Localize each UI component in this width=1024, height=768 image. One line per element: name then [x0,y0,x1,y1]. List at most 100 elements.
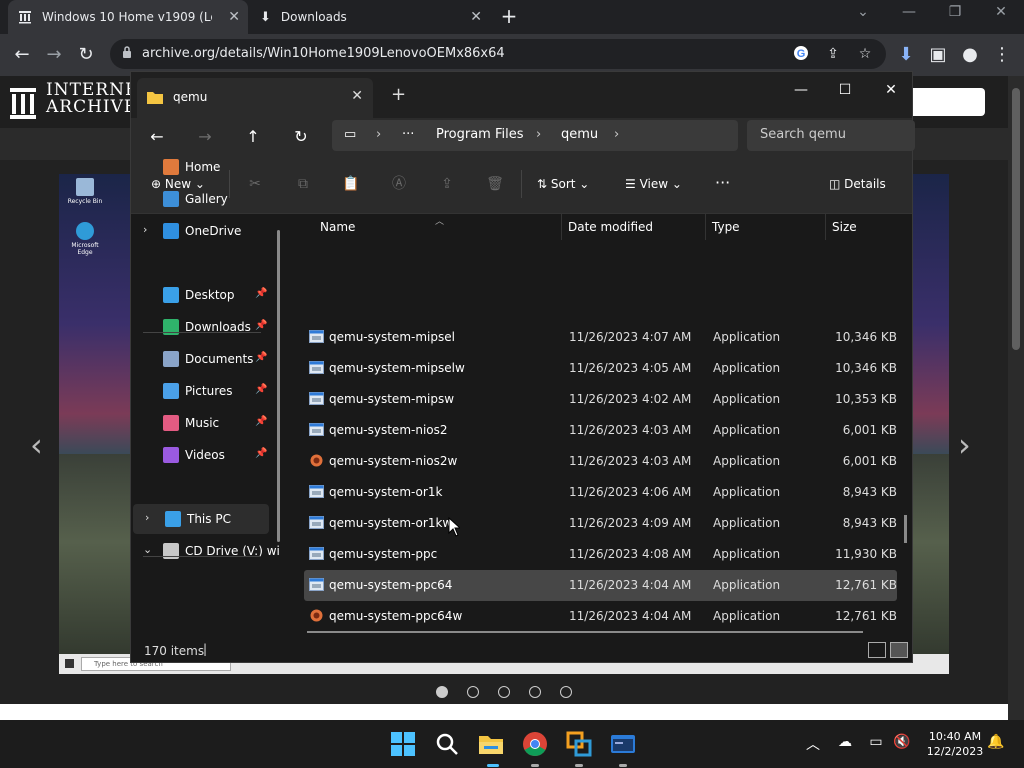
tray-chevron-up-icon[interactable]: ︿ [803,734,823,754]
carousel-dot[interactable] [467,686,479,698]
profile-icon[interactable]: ● [958,44,982,66]
forward-arrow-icon[interactable]: → [42,44,66,66]
breadcrumb-qemu[interactable]: qemu [561,127,598,142]
restore-icon[interactable]: ❐ [944,4,966,20]
page-scrollbar[interactable] [1008,76,1024,720]
explorer-address-bar[interactable]: ▭ › ··· Program Files › qemu › [332,120,738,151]
pin-icon[interactable]: 📌 [255,416,267,427]
file-row[interactable]: qemu-system-ppc64 11/26/2023 4:04 AM Appli… [304,570,897,601]
notification-bell-icon[interactable]: 🔔 [986,734,1006,750]
file-row[interactable]: qemu-system-mipsw 11/26/2023 4:02 AM Appli… [304,384,897,415]
file-row[interactable]: qemu-system-nios2w 11/26/2023 4:03 AM Appl… [304,446,897,477]
browser-tab-downloads[interactable]: ⬇ Downloads ✕ [250,0,490,34]
view-button[interactable]: ☰ View ⌄ [625,177,682,191]
start-icon[interactable] [389,730,417,758]
carousel-prev-arrow-icon[interactable]: ‹ [30,426,43,464]
breadcrumb-program-files[interactable]: Program Files [436,127,524,142]
close-icon[interactable]: ✕ [351,88,363,104]
minimize-icon[interactable]: — [898,4,920,20]
copy-icon[interactable]: ⧉ [294,175,312,193]
sidebar-item-desktop[interactable]: Desktop 📌 [131,280,271,310]
rename-icon[interactable]: Ⓐ [390,175,408,193]
download-icon[interactable]: ⬇ [894,44,918,66]
sidebar-scrollbar[interactable] [277,230,280,542]
scrollbar-thumb[interactable] [1012,88,1020,350]
share-icon[interactable]: ⇪ [438,175,456,193]
internet-archive-logo-icon[interactable] [10,86,36,120]
close-icon[interactable]: ✕ [990,4,1012,20]
browser-tab-active[interactable]: Windows 10 Home v1909 (Lenov ✕ [8,0,248,34]
pin-icon[interactable]: 📌 [255,384,267,395]
more-options-icon[interactable]: ··· [715,173,730,192]
share-icon[interactable]: ⇪ [824,45,842,63]
google-icon[interactable]: G [792,45,810,63]
sort-button[interactable]: ⇅ Sort ⌄ [537,177,589,191]
taskbar-clock[interactable]: 10:40 AM 12/2/2023 [920,729,990,759]
carousel-dot[interactable] [498,686,510,698]
network-icon[interactable]: ☁ [835,734,855,750]
app-icon[interactable] [565,730,593,758]
bookmark-star-icon[interactable]: ☆ [856,45,874,63]
terminal-icon[interactable] [609,730,637,758]
carousel-next-arrow-icon[interactable]: › [958,426,971,464]
file-row[interactable]: qemu-system-or1k 11/26/2023 4:06 AM Applic… [304,477,897,508]
delete-icon[interactable]: 🗑 [486,175,504,193]
monitor-icon[interactable]: ▭ [866,734,886,750]
chevron-right-icon[interactable]: › [614,127,619,142]
file-row[interactable]: qemu-system-ppc 11/26/2023 4:08 AM Applica… [304,539,897,570]
forward-arrow-icon[interactable]: → [194,127,216,147]
close-icon[interactable]: ✕ [470,9,482,25]
details-button[interactable]: ◫ Details [829,177,886,191]
sidebar-item-pictures[interactable]: Pictures 📌 [131,376,271,406]
reload-icon[interactable]: ↻ [74,44,98,66]
file-row[interactable]: qemu-system-or1kw 11/26/2023 4:09 AM Appli… [304,508,897,539]
sidebar-item-home[interactable]: Home [131,152,271,182]
new-tab-button[interactable]: + [498,5,520,27]
horizontal-scrollbar[interactable] [307,631,863,633]
column-header-date[interactable]: Date modified [568,214,653,240]
volume-muted-icon[interactable]: 🔇 [892,734,912,750]
chevron-right-icon[interactable]: › [376,127,381,142]
sidebar-item-downloads[interactable]: Downloads 📌 [131,312,271,342]
chevron-right-icon[interactable]: › [143,223,147,236]
pin-icon[interactable]: 📌 [255,320,267,331]
side-panel-icon[interactable]: ▣ [926,44,950,66]
maximize-icon[interactable]: ☐ [835,82,855,98]
sidebar-item-cd-drive-v-wi[interactable]: ⌄ CD Drive (V:) wi [131,536,280,566]
file-row[interactable]: qemu-system-mipsel 11/26/2023 4:07 AM Appl… [304,322,897,353]
explorer-tab[interactable]: qemu ✕ [137,78,373,118]
back-arrow-icon[interactable]: ← [10,44,34,66]
refresh-icon[interactable]: ↻ [290,127,312,147]
column-divider[interactable] [561,214,562,240]
explorer-search-input[interactable]: Search qemu [747,120,915,151]
address-bar[interactable]: archive.org/details/Win10Home1909LenovoO… [110,39,886,69]
sidebar-item-documents[interactable]: Documents 📌 [131,344,271,374]
pin-icon[interactable]: 📌 [255,352,267,363]
sidebar-item-gallery[interactable]: Gallery [131,184,271,214]
column-header-name[interactable]: Name [320,214,355,240]
column-header-size[interactable]: Size [832,214,857,240]
ellipsis-icon[interactable]: ··· [402,127,414,142]
chevron-right-icon[interactable]: › [145,511,149,524]
carousel-dot[interactable] [436,686,448,698]
file-row[interactable]: qemu-system-ppc64w 11/26/2023 4:04 AM Appl… [304,601,897,632]
minimize-icon[interactable]: — [791,82,811,98]
sidebar-item-onedrive[interactable]: › OneDrive [131,216,271,246]
search-icon[interactable] [433,730,461,758]
column-header-type[interactable]: Type [712,214,740,240]
file-row[interactable]: qemu-system-mipselw 11/26/2023 4:05 AM App… [304,353,897,384]
pin-icon[interactable]: 📌 [255,448,267,459]
carousel-dot[interactable] [560,686,572,698]
close-icon[interactable]: ✕ [228,9,240,25]
column-divider[interactable] [705,214,706,240]
file-row[interactable]: qemu-system-nios2 11/26/2023 4:03 AM Appli… [304,415,897,446]
menu-kebab-icon[interactable]: ⋮ [990,44,1014,66]
carousel-dot[interactable] [529,686,541,698]
column-divider[interactable] [825,214,826,240]
sidebar-item-this-pc[interactable]: › This PC [133,504,269,534]
chrome-icon[interactable] [521,730,549,758]
sidebar-item-music[interactable]: Music 📌 [131,408,271,438]
paste-icon[interactable]: 📋 [342,175,360,193]
tiles-view-icon[interactable] [890,642,908,658]
chevron-down-icon[interactable]: ⌄ [852,4,874,20]
